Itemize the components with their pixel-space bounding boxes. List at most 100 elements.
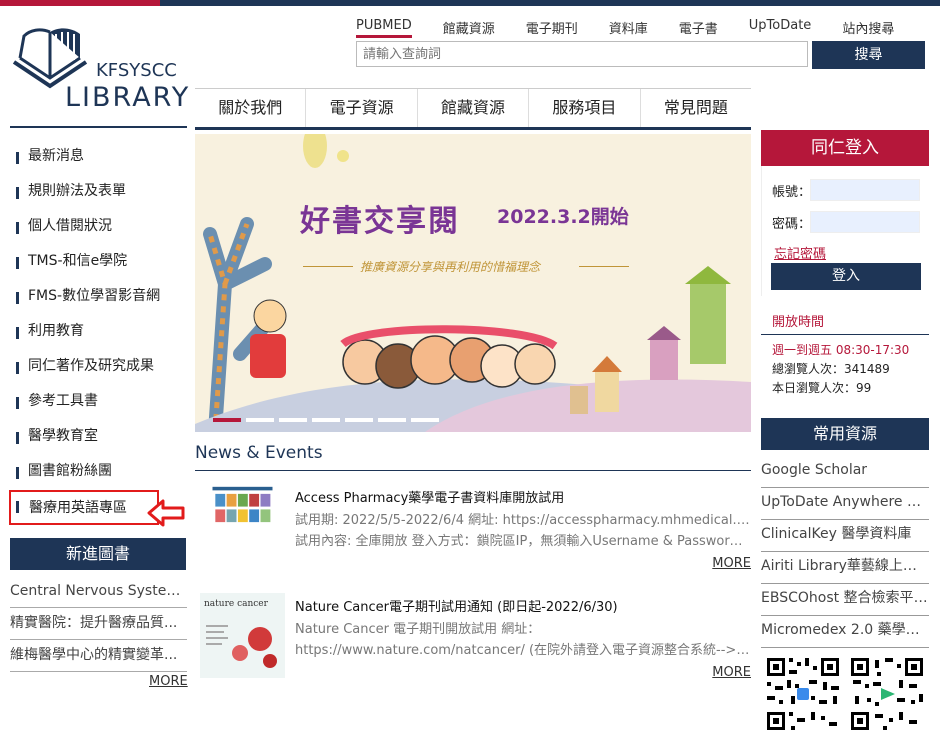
banner-pagination [213,418,439,422]
toplink-pubmed[interactable]: PUBMED [356,14,412,38]
news-thumbnail[interactable]: nature cancer [200,593,285,678]
banner-dot[interactable] [345,418,373,422]
list-item[interactable]: 精實醫院：提升醫療品質... [10,608,187,640]
banner-divider [579,266,629,267]
toplink-ejournals[interactable]: 電子期刊 [526,14,578,38]
today-visits: 本日瀏覽人次：99 [772,381,872,395]
toplink-uptodate[interactable]: UpToDate [749,14,812,38]
toplink-ebooks[interactable]: 電子書 [679,14,718,38]
thumbnail-caption: nature cancer [204,599,268,609]
logo-divider [10,126,187,128]
banner-dot[interactable] [279,418,307,422]
top-links: PUBMED 館藏資源 電子期刊 資料庫 電子書 UpToDate 站內搜尋 [356,14,925,38]
banner-dot[interactable] [213,418,241,422]
sidebar-item-fms[interactable]: FMS-數位學習影音網 [10,280,187,315]
forgot-password-link[interactable]: 忘記密碼 [774,243,826,262]
login-button[interactable]: 登入 [771,263,921,290]
banner-illustration [195,134,751,432]
hero-banner[interactable]: 好書交享閱 2022.3.2開始 推廣資源分享與再利用的惜福理念 [195,134,751,432]
news-summary-line: 試用期: 2022/5/5-2022/6/4 網址: https://acces… [295,513,750,528]
sidebar-item-news[interactable]: 最新消息 [10,140,187,175]
nav-faq[interactable]: 常見問題 [641,89,751,127]
account-field[interactable] [810,179,920,201]
account-label: 帳號： [772,185,812,200]
sidebar-item-label: 醫學教育室 [28,428,98,444]
staff-login-form: 帳號： 密碼： 忘記密碼 登入 [761,166,930,296]
resource-google-scholar[interactable]: Google Scholar [761,456,929,488]
nav-e-resources[interactable]: 電子資源 [306,89,418,127]
toplink-site-search[interactable]: 站內搜尋 [842,14,894,38]
hours-title: 開放時間 [761,312,929,335]
logo-text-library: LIBRARY [65,82,191,113]
toplink-collections[interactable]: 館藏資源 [443,14,495,38]
sidebar-item-tms[interactable]: TMS-和信e學院 [10,245,187,280]
sidebar-item-rules-forms[interactable]: 規則辦法及表單 [10,175,187,210]
news-title[interactable]: Nature Cancer電子期刊試用通知 (即日起-2022/6/30) [295,596,618,615]
search-button[interactable]: 搜尋 [812,41,925,69]
news-summary-line: Nature Cancer 電子期刊開放試用 網址： [295,622,541,637]
news-more-link[interactable]: MORE [712,665,751,680]
bullet-bar [16,432,19,444]
sidebar-item-reference-tools[interactable]: 參考工具書 [10,385,187,420]
toplink-databases[interactable]: 資料庫 [609,14,648,38]
nav-about[interactable]: 關於我們 [195,89,307,127]
common-resources-heading: 常用資源 [761,418,929,450]
resource-uptodate[interactable]: UpToDate Anywhere 臨... [761,488,929,520]
sidebar-item-label: TMS-和信e學院 [28,253,128,269]
sidebar-item-fan-page[interactable]: 圖書館粉絲團 [10,455,187,490]
news-divider [195,470,751,471]
banner-dot[interactable] [378,418,406,422]
sidebar-item-medical-education[interactable]: 醫學教育室 [10,420,187,455]
password-field[interactable] [810,211,920,233]
resource-airiti[interactable]: Airiti Library華藝線上圖... [761,552,929,584]
total-visits: 總瀏覽人次：341489 [772,362,890,376]
nav-collections[interactable]: 館藏資源 [418,89,530,127]
banner-dot[interactable] [246,418,274,422]
bullet-bar [16,501,19,513]
left-arrow-icon [147,499,185,527]
sidebar-item-label: 醫療用英語專區 [29,500,127,516]
news-heading: News & Events [195,443,323,463]
app-store-qr-code[interactable] [765,656,841,732]
bullet-bar [16,362,19,374]
sidebar-item-label: 規則辦法及表單 [28,183,126,199]
logo-text-kfsycc: KFSYSCC [96,60,177,81]
hours-schedule: 週一到週五 08:30-17:30 [772,343,910,357]
banner-subtitle: 推廣資源分享與再利用的惜福理念 [360,260,541,274]
bullet-bar [16,397,19,409]
list-item[interactable]: Central Nervous System ... [10,576,187,608]
sidebar-item-publications[interactable]: 同仁著作及研究成果 [10,350,187,385]
banner-dot[interactable] [312,418,340,422]
news-title[interactable]: Access Pharmacy藥學電子書資料庫開放試用 [295,487,564,506]
news-thumbnail[interactable] [200,484,285,544]
staff-login-heading: 同仁登入 [761,130,929,166]
new-books-more-link[interactable]: MORE [149,674,188,689]
bullet-bar [16,467,19,479]
sidebar-item-borrowing-status[interactable]: 個人借閱狀況 [10,210,187,245]
sidebar-item-label: 個人借閱狀況 [28,218,112,234]
sidebar-item-label: 利用教育 [28,323,84,339]
google-play-qr-code[interactable] [849,656,925,732]
news-more-link[interactable]: MORE [712,556,751,571]
opening-hours: 開放時間 週一到週五 08:30-17:30 總瀏覽人次：341489 本日瀏覽… [761,312,929,398]
sidebar-item-instruction[interactable]: 利用教育 [10,315,187,350]
nav-services[interactable]: 服務項目 [529,89,641,127]
library-logo[interactable]: KFSYSCC LIBRARY [10,22,190,122]
list-item[interactable]: 維梅醫學中心的精實變革... [10,640,187,672]
resource-micromedex[interactable]: Micromedex 2.0 藥學資... [761,616,929,648]
top-accent-red [0,0,160,6]
sidebar-item-medical-english[interactable]: 醫療用英語專區 [9,490,159,525]
left-sidebar-nav: 最新消息 規則辦法及表單 個人借閱狀況 TMS-和信e學院 FMS-數位學習影音… [9,140,187,525]
virus-icon [206,625,277,668]
banner-dot[interactable] [411,418,439,422]
resource-ebscohost[interactable]: EBSCOhost 整合檢索平台... [761,584,929,616]
news-summary: Nature Cancer 電子期刊開放試用 網址： https://www.n… [295,619,750,661]
main-nav: 關於我們 電子資源 館藏資源 服務項目 常見問題 [195,88,751,130]
common-resources-list: Google Scholar UpToDate Anywhere 臨... Cl… [761,456,929,648]
resource-clinicalkey[interactable]: ClinicalKey 醫學資料庫 [761,520,929,552]
search-input[interactable] [356,41,808,67]
bullet-bar [16,292,19,304]
new-books-list: Central Nervous System ... 精實醫院：提升醫療品質..… [10,576,187,672]
sidebar-item-label: 同仁著作及研究成果 [28,358,154,374]
news-item-nature-cancer: nature cancer Nature Cancer電子期刊試用通知 (即日起… [200,593,751,685]
